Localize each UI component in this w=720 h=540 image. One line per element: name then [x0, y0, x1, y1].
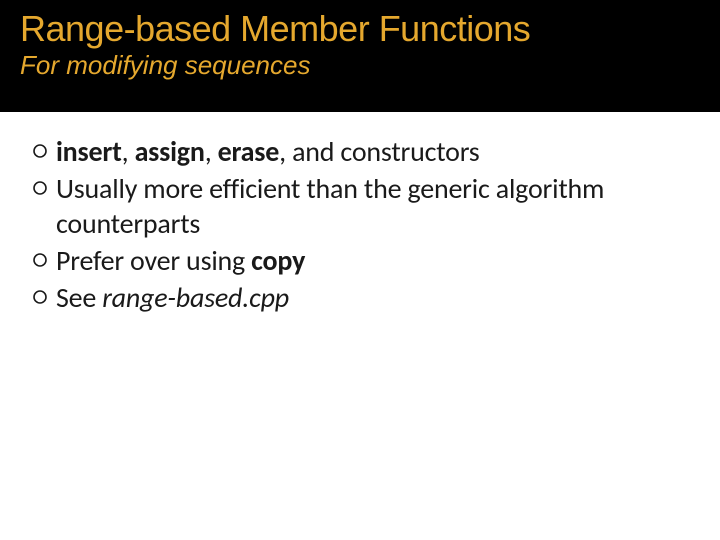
circle-bullet-icon: [32, 180, 48, 196]
slide-header: Range-based Member Functions For modifyi…: [0, 0, 720, 112]
text-run: Prefer over using: [56, 243, 251, 278]
bullet-text: Usually more efficient than the generic …: [56, 171, 688, 241]
slide: Range-based Member Functions For modifyi…: [0, 0, 720, 540]
circle-bullet-icon: [32, 143, 48, 159]
bullet-text: Prefer over using copy: [56, 243, 305, 278]
text-run: See: [56, 280, 102, 315]
text-run: ,: [122, 134, 135, 169]
slide-body: insert, assign, erase, and constructorsU…: [0, 112, 720, 315]
bullet-item: See range-based.cpp: [32, 280, 688, 315]
text-run: , and constructors: [279, 134, 479, 169]
slide-title: Range-based Member Functions: [20, 8, 700, 49]
slide-subtitle: For modifying sequences: [20, 51, 700, 80]
circle-bullet-icon: [32, 289, 48, 305]
bold-text: erase: [218, 134, 280, 169]
bullet-text: insert, assign, erase, and constructors: [56, 134, 480, 169]
bold-text: copy: [251, 243, 305, 278]
circle-bullet-icon: [32, 252, 48, 268]
bullet-text: See range-based.cpp: [56, 280, 289, 315]
italic-text: range-based.cpp: [102, 280, 289, 315]
bullet-item: Prefer over using copy: [32, 243, 688, 278]
bullet-item: insert, assign, erase, and constructors: [32, 134, 688, 169]
text-run: ,: [205, 134, 218, 169]
bold-text: insert: [56, 134, 122, 169]
text-run: Usually more efficient than the generic …: [56, 171, 604, 241]
bold-text: assign: [135, 134, 205, 169]
bullet-item: Usually more efficient than the generic …: [32, 171, 688, 241]
